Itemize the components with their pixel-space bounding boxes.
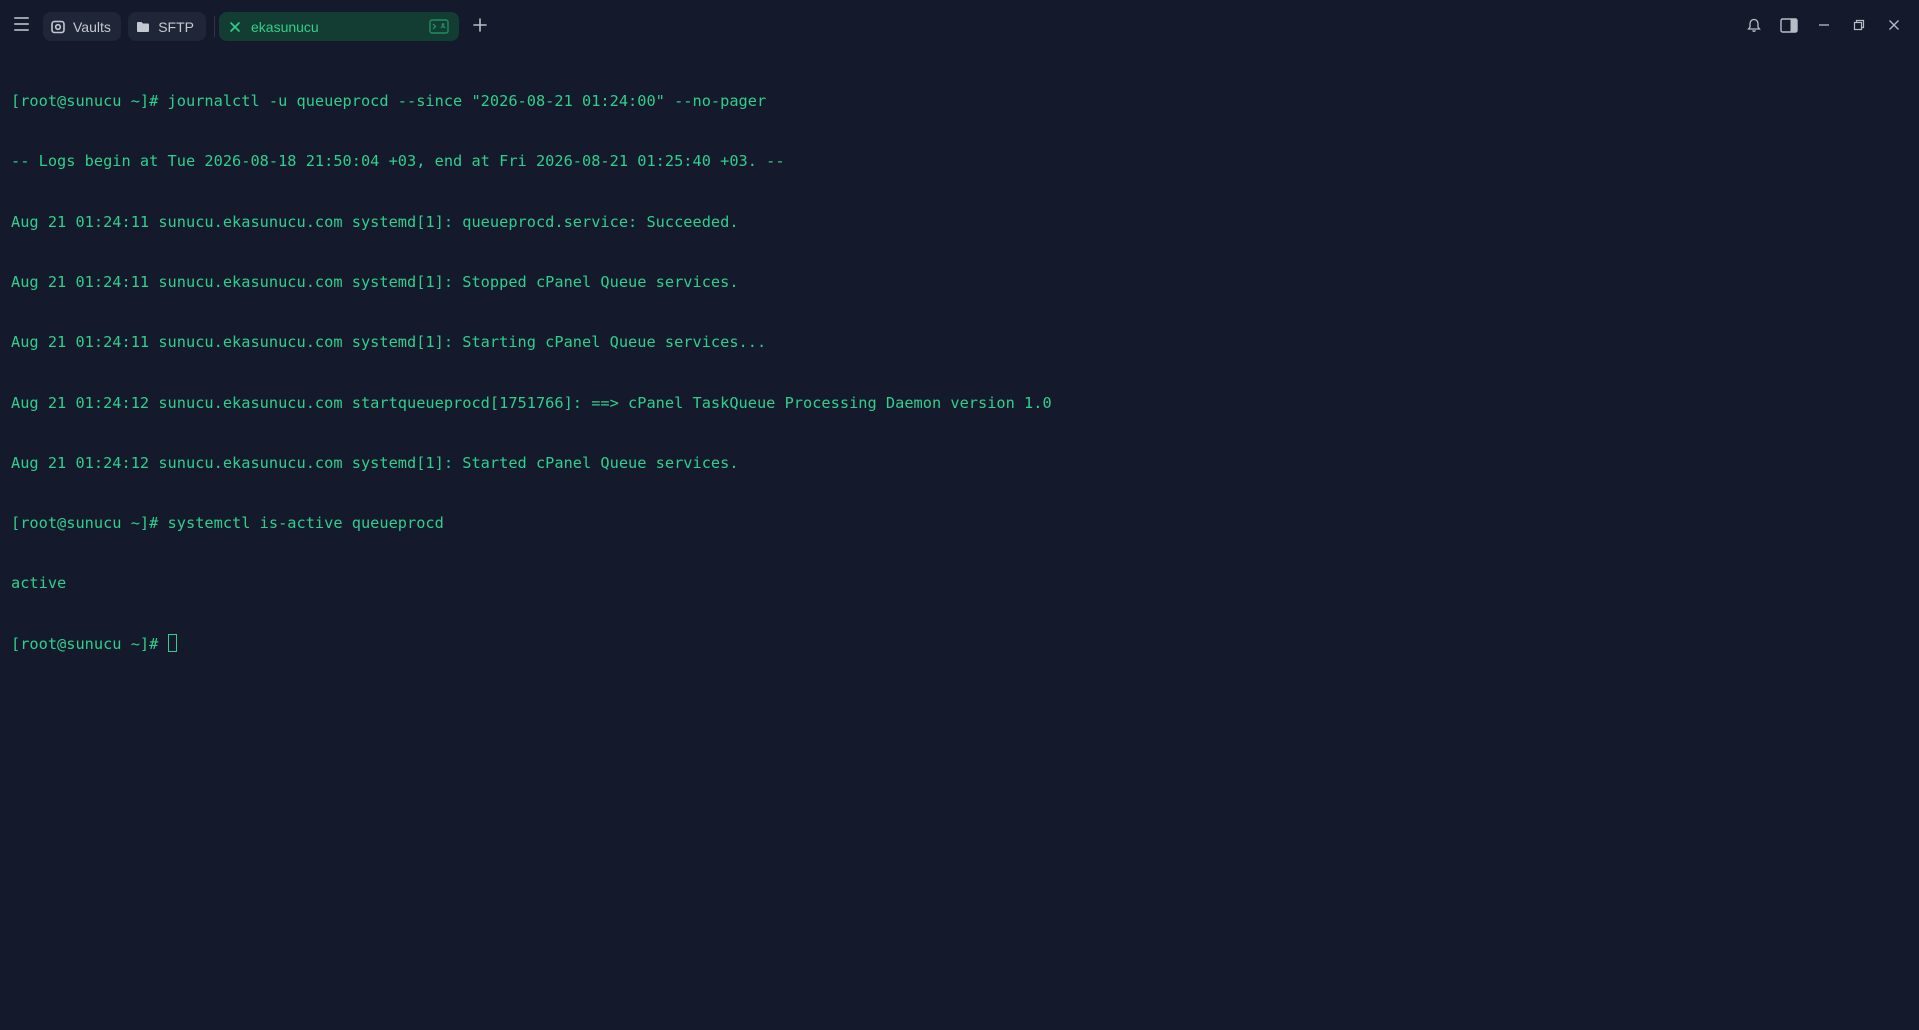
terminal-prompt: [root@sunucu ~]#	[11, 634, 168, 653]
close-window-icon[interactable]	[1884, 15, 1904, 35]
terminal-line: -- Logs begin at Tue 2026-08-18 21:50:04…	[11, 152, 785, 171]
terminal-icon	[429, 19, 449, 37]
plus-icon	[473, 18, 487, 32]
new-tab-button[interactable]	[470, 15, 490, 35]
tab-label: ekasunucu	[251, 18, 319, 35]
terminal-cursor	[167, 633, 177, 652]
terminal-line: Aug 21 01:24:12 sunucu.ekasunucu.com sta…	[11, 393, 1052, 412]
tab-ekasunucu[interactable]: ekasunucu	[219, 12, 459, 41]
terminal-prompt-line[interactable]: [root@sunucu ~]#	[11, 633, 1901, 654]
terminal-line: Aug 21 01:24:11 sunucu.ekasunucu.com sys…	[11, 333, 767, 352]
terminal-output[interactable]: [root@sunucu ~]# journalctl -u queueproc…	[11, 51, 1901, 1011]
bell-icon[interactable]	[1744, 15, 1764, 35]
restore-icon[interactable]	[1849, 15, 1869, 35]
terminal-line: [root@sunucu ~]# systemctl is-active que…	[11, 514, 444, 533]
tab-sftp[interactable]: SFTP	[128, 12, 206, 41]
minimize-icon[interactable]	[1814, 15, 1834, 35]
tab-vaults[interactable]: Vaults	[43, 12, 121, 41]
tab-label: SFTP	[158, 18, 194, 35]
tab-label: Vaults	[73, 18, 111, 35]
terminal-line: active	[11, 574, 67, 593]
hamburger-menu-icon[interactable]	[12, 14, 32, 34]
title-bar: Vaults SFTP ekasunucu	[0, 0, 1919, 50]
terminal-line: Aug 21 01:24:11 sunucu.ekasunucu.com sys…	[11, 212, 739, 231]
terminal-line: Aug 21 01:24:12 sunucu.ekasunucu.com sys…	[11, 453, 739, 472]
terminal-line: [root@sunucu ~]# journalctl -u queueproc…	[11, 92, 767, 111]
tab-divider	[214, 16, 215, 37]
folder-icon	[136, 19, 150, 35]
vault-icon	[51, 19, 65, 35]
close-icon[interactable]	[227, 19, 243, 35]
terminal-line: Aug 21 01:24:11 sunucu.ekasunucu.com sys…	[11, 273, 739, 292]
sidebar-toggle-icon[interactable]	[1779, 15, 1799, 35]
